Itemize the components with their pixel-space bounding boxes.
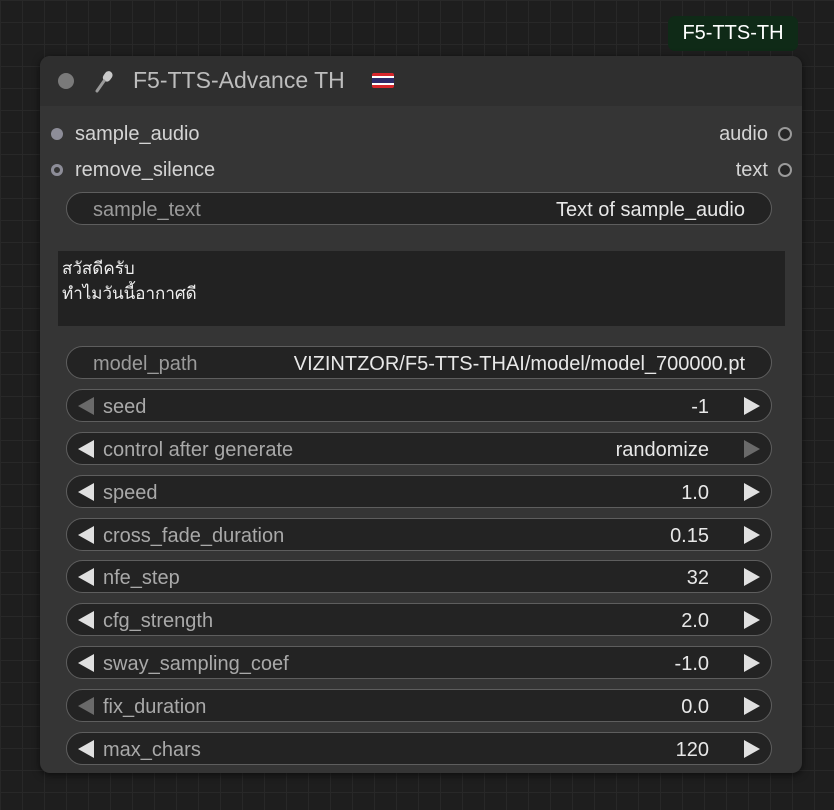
cfg-strength-value: 2.0 <box>681 610 709 632</box>
sample-audio-input-dot-icon[interactable] <box>51 128 63 140</box>
sway-sampling-coef-label: sway_sampling_coef <box>103 653 289 675</box>
fix-duration-value: 0.0 <box>681 696 709 718</box>
text-output-dot-icon[interactable] <box>778 163 792 177</box>
increment-arrow-icon[interactable] <box>744 526 760 544</box>
thailand-flag-icon <box>372 73 394 88</box>
fix-duration-widget[interactable]: fix_duration 0.0 <box>66 689 772 722</box>
control-after-generate-label: control after generate <box>103 439 294 461</box>
increment-arrow-icon[interactable] <box>744 697 760 715</box>
decrement-arrow-icon[interactable] <box>78 568 94 586</box>
input-sample-audio-label: sample_audio <box>75 123 200 145</box>
decrement-arrow-icon[interactable] <box>78 440 94 458</box>
cross-fade-duration-label: cross_fade_duration <box>103 525 285 547</box>
text-input-area[interactable]: สวัสดีครับ ทำไมวันนี้อากาศดี <box>58 251 785 326</box>
output-text-label: text <box>735 159 768 181</box>
node-group-badge: F5-TTS-TH <box>668 16 798 51</box>
seed-label: seed <box>103 396 147 418</box>
model-path-widget[interactable]: model_path VIZINTZOR/F5-TTS-THAI/model/m… <box>66 346 772 379</box>
speed-label: speed <box>103 482 158 504</box>
sway-sampling-coef-value: -1.0 <box>674 653 709 675</box>
remove-silence-input-dot-icon[interactable] <box>51 164 63 176</box>
cross-fade-duration-widget[interactable]: cross_fade_duration 0.15 <box>66 518 772 551</box>
sample-text-value: Text of sample_audio <box>555 199 745 221</box>
increment-arrow-icon[interactable] <box>744 611 760 629</box>
input-remove-silence-label: remove_silence <box>75 159 216 181</box>
microphone-icon <box>95 71 113 93</box>
control-after-generate-widget[interactable]: control after generate randomize <box>66 432 772 465</box>
sample-text-widget[interactable]: sample_text Text of sample_audio <box>66 192 772 225</box>
sample-text-label: sample_text <box>93 199 201 221</box>
collapse-toggle-icon[interactable] <box>58 73 74 89</box>
decrement-arrow-icon[interactable] <box>78 654 94 672</box>
decrement-arrow-icon[interactable] <box>78 397 94 415</box>
decrement-arrow-icon[interactable] <box>78 740 94 758</box>
node-title-bar[interactable]: F5-TTS-Advance TH <box>40 56 802 106</box>
model-path-label: model_path <box>93 353 198 375</box>
increment-arrow-icon[interactable] <box>744 654 760 672</box>
decrement-arrow-icon[interactable] <box>78 483 94 501</box>
increment-arrow-icon[interactable] <box>744 568 760 586</box>
increment-arrow-icon[interactable] <box>744 397 760 415</box>
nfe-step-widget[interactable]: nfe_step 32 <box>66 560 772 593</box>
increment-arrow-icon[interactable] <box>744 483 760 501</box>
f5-tts-advance-node[interactable]: F5-TTS-Advance TH sample_audio remove_si… <box>40 56 802 773</box>
node-title: F5-TTS-Advance TH <box>133 67 345 93</box>
speed-value: 1.0 <box>681 482 709 504</box>
max-chars-widget[interactable]: max_chars 120 <box>66 732 772 765</box>
max-chars-label: max_chars <box>103 739 201 761</box>
seed-value: -1 <box>691 396 709 418</box>
output-audio-label: audio <box>719 123 768 145</box>
cross-fade-duration-value: 0.15 <box>670 525 709 547</box>
sway-sampling-coef-widget[interactable]: sway_sampling_coef -1.0 <box>66 646 772 679</box>
nfe-step-value: 32 <box>686 567 709 589</box>
audio-output-dot-icon[interactable] <box>778 127 792 141</box>
decrement-arrow-icon[interactable] <box>78 526 94 544</box>
fix-duration-label: fix_duration <box>103 696 207 718</box>
model-path-value: VIZINTZOR/F5-TTS-THAI/model/model_700000… <box>293 353 745 375</box>
increment-arrow-icon[interactable] <box>744 440 760 458</box>
cfg-strength-widget[interactable]: cfg_strength 2.0 <box>66 603 772 636</box>
increment-arrow-icon[interactable] <box>744 740 760 758</box>
nfe-step-label: nfe_step <box>103 567 180 589</box>
speed-widget[interactable]: speed 1.0 <box>66 475 772 508</box>
max-chars-value: 120 <box>675 739 709 761</box>
decrement-arrow-icon[interactable] <box>78 611 94 629</box>
decrement-arrow-icon[interactable] <box>78 697 94 715</box>
seed-widget[interactable]: seed -1 <box>66 389 772 422</box>
control-after-generate-value: randomize <box>615 439 709 461</box>
cfg-strength-label: cfg_strength <box>103 610 214 632</box>
